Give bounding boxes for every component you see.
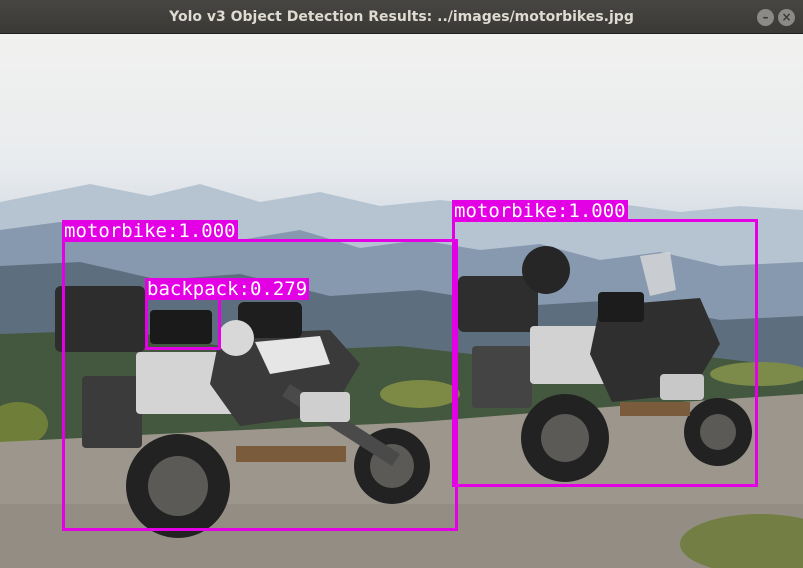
detection-box-backpack: backpack:0.279 <box>145 278 310 350</box>
detection-label: motorbike:1.000 <box>452 200 628 222</box>
close-icon[interactable]: × <box>778 9 795 26</box>
title-bar[interactable]: Yolo v3 Object Detection Results: ../ima… <box>0 0 803 34</box>
detection-label: backpack:0.279 <box>145 278 310 300</box>
detection-box-motorbike-right: motorbike:1.000 <box>452 200 758 487</box>
app-window: Yolo v3 Object Detection Results: ../ima… <box>0 0 803 568</box>
detection-image: motorbike:1.000 motorbike:1.000 backpack… <box>0 34 803 568</box>
detection-label: motorbike:1.000 <box>62 220 238 242</box>
window-title: Yolo v3 Object Detection Results: ../ima… <box>169 9 634 25</box>
minimize-icon[interactable]: – <box>757 9 774 26</box>
